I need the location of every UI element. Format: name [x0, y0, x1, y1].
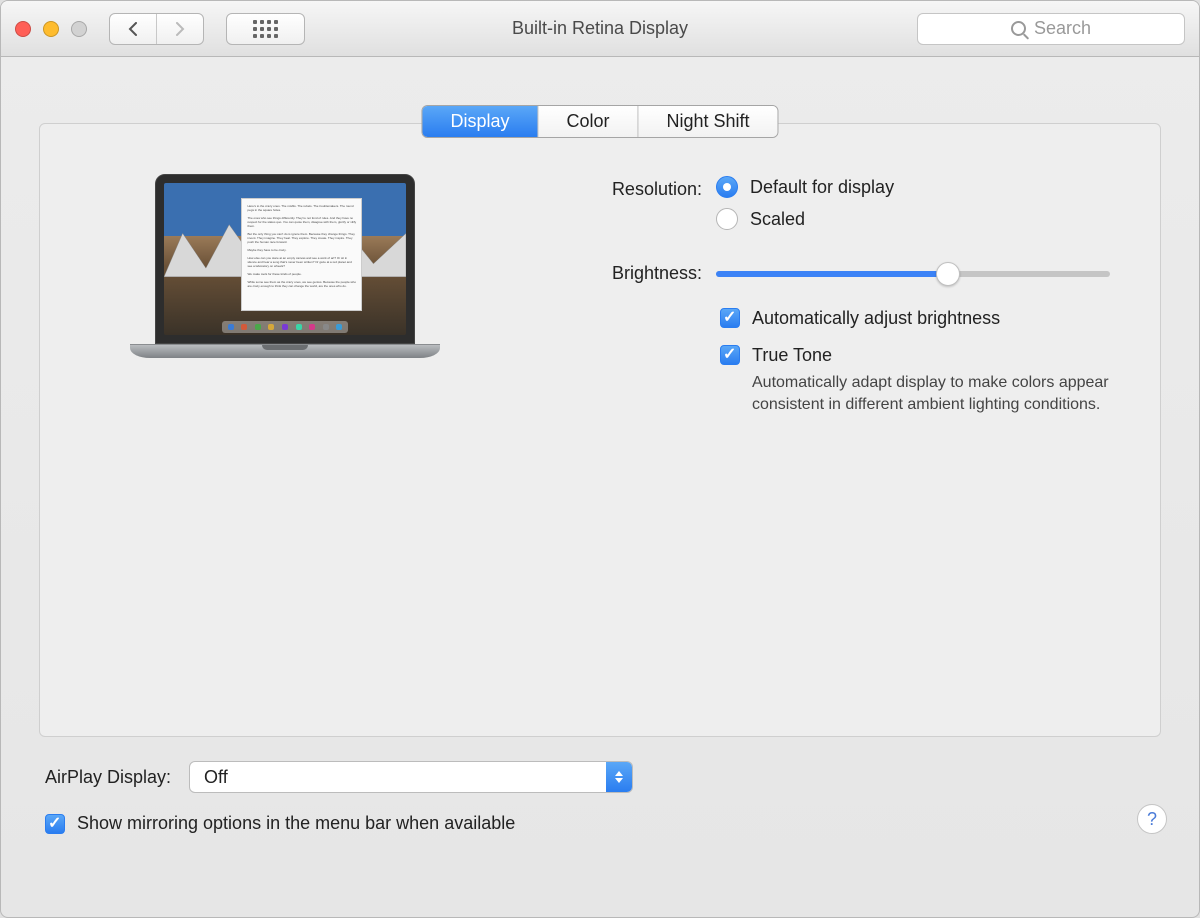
main-content: Display Color Night Shift Here's to the …: [1, 57, 1199, 917]
radio-label: Default for display: [750, 177, 894, 198]
preferences-window: Built-in Retina Display Search Display C…: [0, 0, 1200, 918]
brightness-row: Brightness:: [560, 260, 1110, 288]
titlebar: Built-in Retina Display Search: [1, 1, 1199, 57]
settings-panel: Here's to the crazy ones. The misfits. T…: [39, 123, 1161, 737]
chevron-updown-icon: [606, 762, 632, 792]
resolution-default-radio[interactable]: Default for display: [716, 176, 1110, 198]
forward-button: [157, 14, 203, 44]
nav-buttons: [109, 13, 204, 45]
check-icon: [720, 345, 740, 365]
airplay-value: Off: [204, 767, 228, 788]
minimize-window-button[interactable]: [43, 21, 59, 37]
grid-icon: [253, 20, 278, 38]
radio-label: Scaled: [750, 209, 805, 230]
auto-brightness-label: Automatically adjust brightness: [752, 308, 1000, 329]
true-tone-checkbox[interactable]: True Tone Automatically adapt display to…: [720, 345, 1110, 417]
footer: AirPlay Display: Off Show mirroring opti…: [1, 737, 1199, 856]
tab-color[interactable]: Color: [538, 106, 638, 137]
close-window-button[interactable]: [15, 21, 31, 37]
window-title: Built-in Retina Display: [512, 18, 688, 39]
radio-icon: [716, 176, 738, 198]
brightness-label: Brightness:: [560, 260, 716, 288]
true-tone-label: True Tone: [752, 345, 1110, 366]
slider-fill: [716, 271, 948, 277]
check-icon: [45, 814, 65, 834]
airplay-label: AirPlay Display:: [45, 767, 171, 788]
resolution-label: Resolution:: [560, 176, 716, 240]
true-tone-description: Automatically adapt display to make colo…: [752, 372, 1110, 417]
search-input[interactable]: Search: [917, 13, 1185, 45]
search-placeholder: Search: [1034, 18, 1091, 39]
airplay-row: AirPlay Display: Off: [45, 761, 1155, 793]
auto-brightness-checkbox[interactable]: Automatically adjust brightness: [720, 308, 1110, 329]
mirroring-checkbox[interactable]: Show mirroring options in the menu bar w…: [45, 813, 1155, 834]
resolution-row: Resolution: Default for display Scaled: [560, 176, 1110, 240]
airplay-dropdown[interactable]: Off: [189, 761, 633, 793]
zoom-window-button: [71, 21, 87, 37]
check-icon: [720, 308, 740, 328]
tab-display[interactable]: Display: [422, 106, 538, 137]
radio-icon: [716, 208, 738, 230]
slider-thumb[interactable]: [936, 262, 960, 286]
display-settings: Resolution: Default for display Scaled: [560, 176, 1110, 433]
brightness-slider[interactable]: [716, 260, 1110, 288]
display-preview-image: Here's to the crazy ones. The misfits. T…: [130, 174, 440, 358]
search-icon: [1011, 21, 1026, 36]
mirroring-label: Show mirroring options in the menu bar w…: [77, 813, 515, 834]
help-button[interactable]: ?: [1137, 804, 1167, 834]
tab-night-shift[interactable]: Night Shift: [639, 106, 778, 137]
resolution-scaled-radio[interactable]: Scaled: [716, 208, 1110, 230]
back-button[interactable]: [110, 14, 157, 44]
tab-bar: Display Color Night Shift: [421, 105, 778, 138]
window-controls: [15, 21, 87, 37]
show-all-button[interactable]: [226, 13, 305, 45]
